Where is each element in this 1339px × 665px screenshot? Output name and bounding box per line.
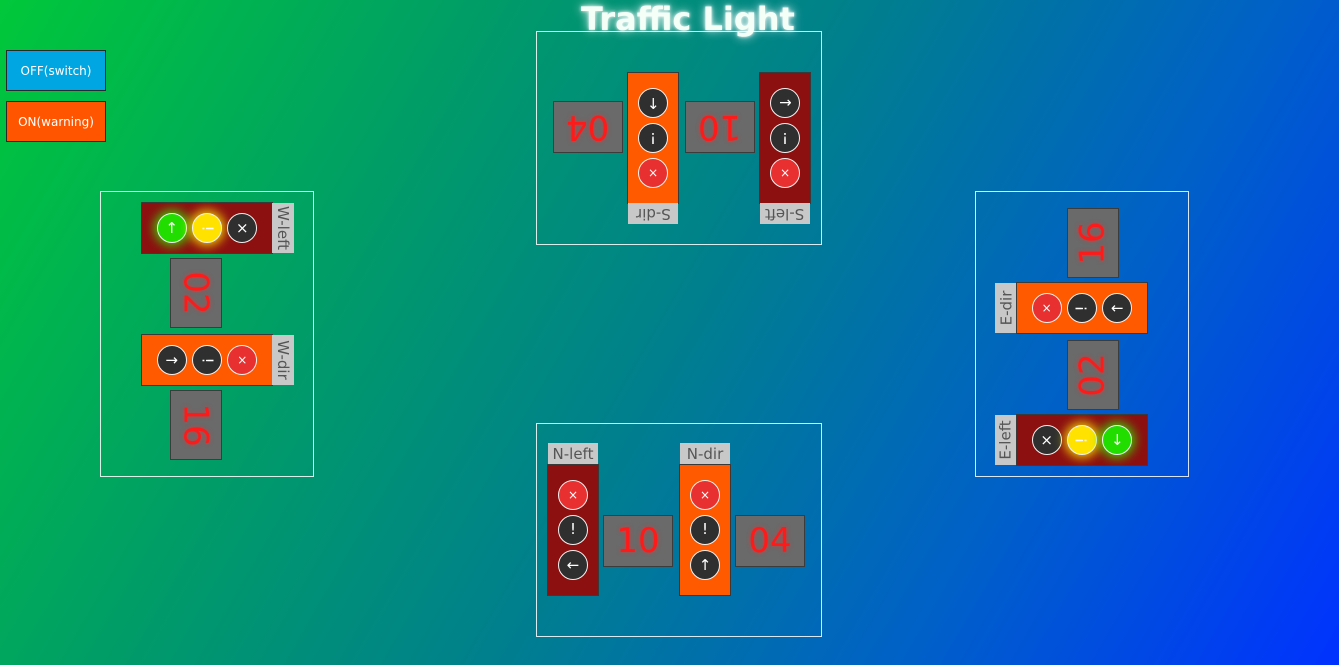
north-left-countdown: 10 <box>603 515 673 567</box>
north-dir-countdown-value: 04 <box>748 521 792 561</box>
south-left-countdown-value: 10 <box>698 107 742 147</box>
north-left-warning-lamp: ! <box>558 514 588 545</box>
north-dir-signal-head: × ! ↑ <box>679 464 731 596</box>
west-dir-countdown: 16 <box>170 390 222 460</box>
arrow-icon: ↑ <box>698 555 712 574</box>
off-switch-button[interactable]: OFF(switch) <box>6 50 106 91</box>
warning-icon: ! <box>1072 436 1091 444</box>
south-dir-label: S-dir <box>628 203 678 224</box>
south-dir-arrow-lamp: ↑ <box>638 87 668 118</box>
stop-icon: × <box>779 166 791 181</box>
south-dir-stop-lamp: × <box>638 158 668 189</box>
north-dir-label: N-dir <box>680 443 730 464</box>
warning-icon: ! <box>701 520 708 539</box>
east-left-countdown-value: 02 <box>1072 353 1113 397</box>
warning-icon: ! <box>649 129 656 148</box>
north-left-label-text: N-left <box>552 444 594 463</box>
arrow-icon: ← <box>1111 298 1124 317</box>
east-dir-countdown: 16 <box>1067 208 1119 278</box>
west-dir-signal-head: → ! × <box>141 334 273 386</box>
stop-icon: × <box>699 487 711 502</box>
south-left-arrow-lamp: ← <box>770 87 800 118</box>
east-left-label: E-left <box>995 415 1017 465</box>
arrow-icon: → <box>165 350 178 369</box>
west-dir-label-text: W-dir <box>274 340 292 380</box>
south-left-label-text: S-left <box>765 204 805 223</box>
stop-icon: × <box>236 218 249 237</box>
west-dir-warning-lamp: ! <box>191 345 222 375</box>
north-left-label: N-left <box>548 443 598 464</box>
east-dir-arrow-lamp: ← <box>1102 293 1133 323</box>
east-dir-stop-lamp: × <box>1031 293 1062 323</box>
west-left-countdown: 02 <box>170 258 222 328</box>
south-dir-signal-head: ↑ ! × <box>627 72 679 204</box>
west-dir-label: W-dir <box>272 335 294 385</box>
east-dir-warning-lamp: ! <box>1066 293 1097 323</box>
east-dir-label: E-dir <box>995 283 1017 333</box>
arrow-icon: ↑ <box>165 218 178 237</box>
east-dir-signal-head: × ! ← <box>1016 282 1148 334</box>
stop-icon: × <box>237 353 248 367</box>
west-dir-arrow-lamp: → <box>156 345 187 375</box>
north-dir-arrow-lamp: ↑ <box>690 550 720 581</box>
arrow-icon: ↓ <box>1111 430 1124 449</box>
east-left-countdown: 02 <box>1067 340 1119 410</box>
south-dir-warning-lamp: ! <box>638 122 668 153</box>
west-dir-stop-lamp: × <box>227 345 258 375</box>
east-left-stop-lamp: × <box>1031 425 1062 455</box>
west-left-label-text: W-left <box>274 206 292 250</box>
west-left-countdown-value: 02 <box>175 271 216 315</box>
south-dir-label-text: S-dir <box>635 204 671 223</box>
east-left-warning-lamp: ! <box>1066 425 1097 455</box>
south-left-countdown: 10 <box>685 101 755 153</box>
west-left-arrow-lamp: ↑ <box>156 213 187 243</box>
east-left-label-text: E-left <box>997 420 1015 460</box>
stop-icon: × <box>647 166 659 181</box>
stop-icon: × <box>1041 301 1052 315</box>
warning-icon: ! <box>198 356 217 364</box>
warning-icon: ! <box>781 129 788 148</box>
west-left-stop-lamp: × <box>227 213 258 243</box>
east-left-signal-head: × ! ↓ <box>1016 414 1148 466</box>
warning-icon: ! <box>569 520 576 539</box>
north-dir-warning-lamp: ! <box>690 514 720 545</box>
warning-icon: ! <box>1072 304 1091 312</box>
arrow-icon: ↑ <box>646 94 660 113</box>
arrow-icon: ← <box>778 94 792 113</box>
north-dir-countdown: 04 <box>735 515 805 567</box>
south-left-label: S-left <box>760 203 810 224</box>
east-left-arrow-lamp: ↓ <box>1102 425 1133 455</box>
east-dir-label-text: E-dir <box>997 290 1015 326</box>
south-left-stop-lamp: × <box>770 158 800 189</box>
south-dir-countdown: 04 <box>553 101 623 153</box>
stop-icon: × <box>567 487 579 502</box>
north-left-countdown-value: 10 <box>616 521 660 561</box>
north-dir-label-text: N-dir <box>686 444 724 463</box>
arrow-icon: ← <box>566 555 580 574</box>
south-left-signal-head: ← ! × <box>759 72 811 204</box>
south-dir-countdown-value: 04 <box>566 107 610 147</box>
west-left-label: W-left <box>272 203 294 253</box>
west-left-signal-head: ↑ ! × <box>141 202 273 254</box>
west-left-warning-lamp: ! <box>191 213 222 243</box>
west-dir-countdown-value: 16 <box>175 403 216 447</box>
warning-icon: ! <box>198 224 217 232</box>
east-dir-countdown-value: 16 <box>1072 221 1113 265</box>
on-warning-button[interactable]: ON(warning) <box>6 101 106 142</box>
north-left-stop-lamp: × <box>558 479 588 510</box>
stop-icon: × <box>1040 430 1053 449</box>
north-dir-stop-lamp: × <box>690 479 720 510</box>
north-left-signal-head: × ! ← <box>547 464 599 596</box>
south-left-warning-lamp: ! <box>770 122 800 153</box>
north-left-arrow-lamp: ← <box>558 550 588 581</box>
